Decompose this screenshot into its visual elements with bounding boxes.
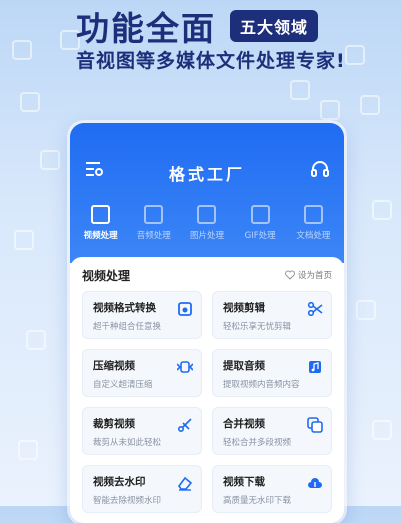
crop-icon xyxy=(177,418,192,433)
tab-label: GIF处理 xyxy=(244,231,276,241)
tool-card-crop[interactable]: 裁剪视频 裁剪从未如此轻松 xyxy=(82,407,202,455)
tool-desc: 轻松合并多段视频 xyxy=(223,438,292,448)
tab-label: 文档处理 xyxy=(296,231,331,241)
eraser-icon xyxy=(178,476,193,491)
set-home-label: 设为首页 xyxy=(297,271,332,281)
category-tabs: 视频处理 音频处理 图片处理 GIF处理 文档处理 xyxy=(70,205,344,241)
panel-header: 视频处理 设为首页 xyxy=(82,261,332,289)
tool-desc: 超千种组合任意换 xyxy=(93,322,162,332)
app-header: 格式工厂 视频处理 音频处理 图片处理 GIF处理 文档处理 xyxy=(70,123,344,263)
tool-grid: 视频格式转换 超千种组合任意换 视频剪辑 轻松乐享无忧剪辑 压缩视频 自定义超清… xyxy=(82,291,332,513)
tool-card-compress[interactable]: 压缩视频 自定义超清压缩 xyxy=(82,349,202,397)
set-home-button[interactable]: 设为首页 xyxy=(285,269,332,281)
tool-desc: 自定义超清压缩 xyxy=(93,380,153,390)
tool-desc: 高质量无水印下载 xyxy=(223,496,292,506)
tool-desc: 智能去除视频水印 xyxy=(93,496,162,506)
tab-label: 图片处理 xyxy=(189,231,224,241)
compress-icon xyxy=(177,361,193,373)
tool-desc: 轻松乐享无忧剪辑 xyxy=(223,322,292,332)
tool-panel: 视频处理 设为首页 视频格式转换 超千种组合任意换 视频剪辑 轻松乐享无忧剪辑 xyxy=(70,257,344,523)
music-icon xyxy=(309,361,321,373)
document-file-icon xyxy=(303,205,323,224)
app-title: 格式工厂 xyxy=(168,165,245,184)
tab-audio[interactable]: 音频处理 xyxy=(128,205,180,241)
section-title: 视频处理 xyxy=(82,268,131,283)
tab-label: 视频处理 xyxy=(83,231,118,241)
audio-file-icon xyxy=(144,205,164,224)
phone-mockup: 格式工厂 视频处理 音频处理 图片处理 GIF处理 文档处理 视频处理 设为首页… xyxy=(70,123,344,523)
promo-subline: 音视图等多媒体文件处理专家! xyxy=(76,50,346,72)
tab-image[interactable]: 图片处理 xyxy=(181,205,233,241)
tab-video[interactable]: 视频处理 xyxy=(75,205,127,241)
promo-badge: 五大领域 xyxy=(230,10,319,42)
promo-headline-text: 功能全面 xyxy=(76,9,216,48)
tool-card-video-convert[interactable]: 视频格式转换 超千种组合任意换 xyxy=(82,291,202,339)
tool-desc: 裁剪从未如此轻松 xyxy=(93,438,162,448)
tool-card-extract-audio[interactable]: 提取音频 提取视频内音频内容 xyxy=(212,349,332,397)
headset-icon[interactable] xyxy=(310,159,330,179)
image-file-icon xyxy=(197,205,217,224)
tool-card-video-edit[interactable]: 视频剪辑 轻松乐享无忧剪辑 xyxy=(212,291,332,339)
heart-icon xyxy=(285,270,295,280)
video-file-icon xyxy=(91,205,111,224)
tab-gif[interactable]: GIF处理 xyxy=(234,205,286,241)
tool-card-merge[interactable]: 合并视频 轻松合并多段视频 xyxy=(212,407,332,455)
gif-file-icon xyxy=(250,205,270,224)
promo-headline: 功能全面 五大领域 xyxy=(76,2,319,50)
tool-desc: 提取视频内音频内容 xyxy=(223,380,300,390)
tab-document[interactable]: 文档处理 xyxy=(287,205,339,241)
convert-icon xyxy=(178,302,192,316)
tab-label: 音频处理 xyxy=(136,231,171,241)
cloud-download-icon xyxy=(308,478,322,488)
scissors-icon xyxy=(307,301,323,317)
merge-icon xyxy=(307,417,323,433)
